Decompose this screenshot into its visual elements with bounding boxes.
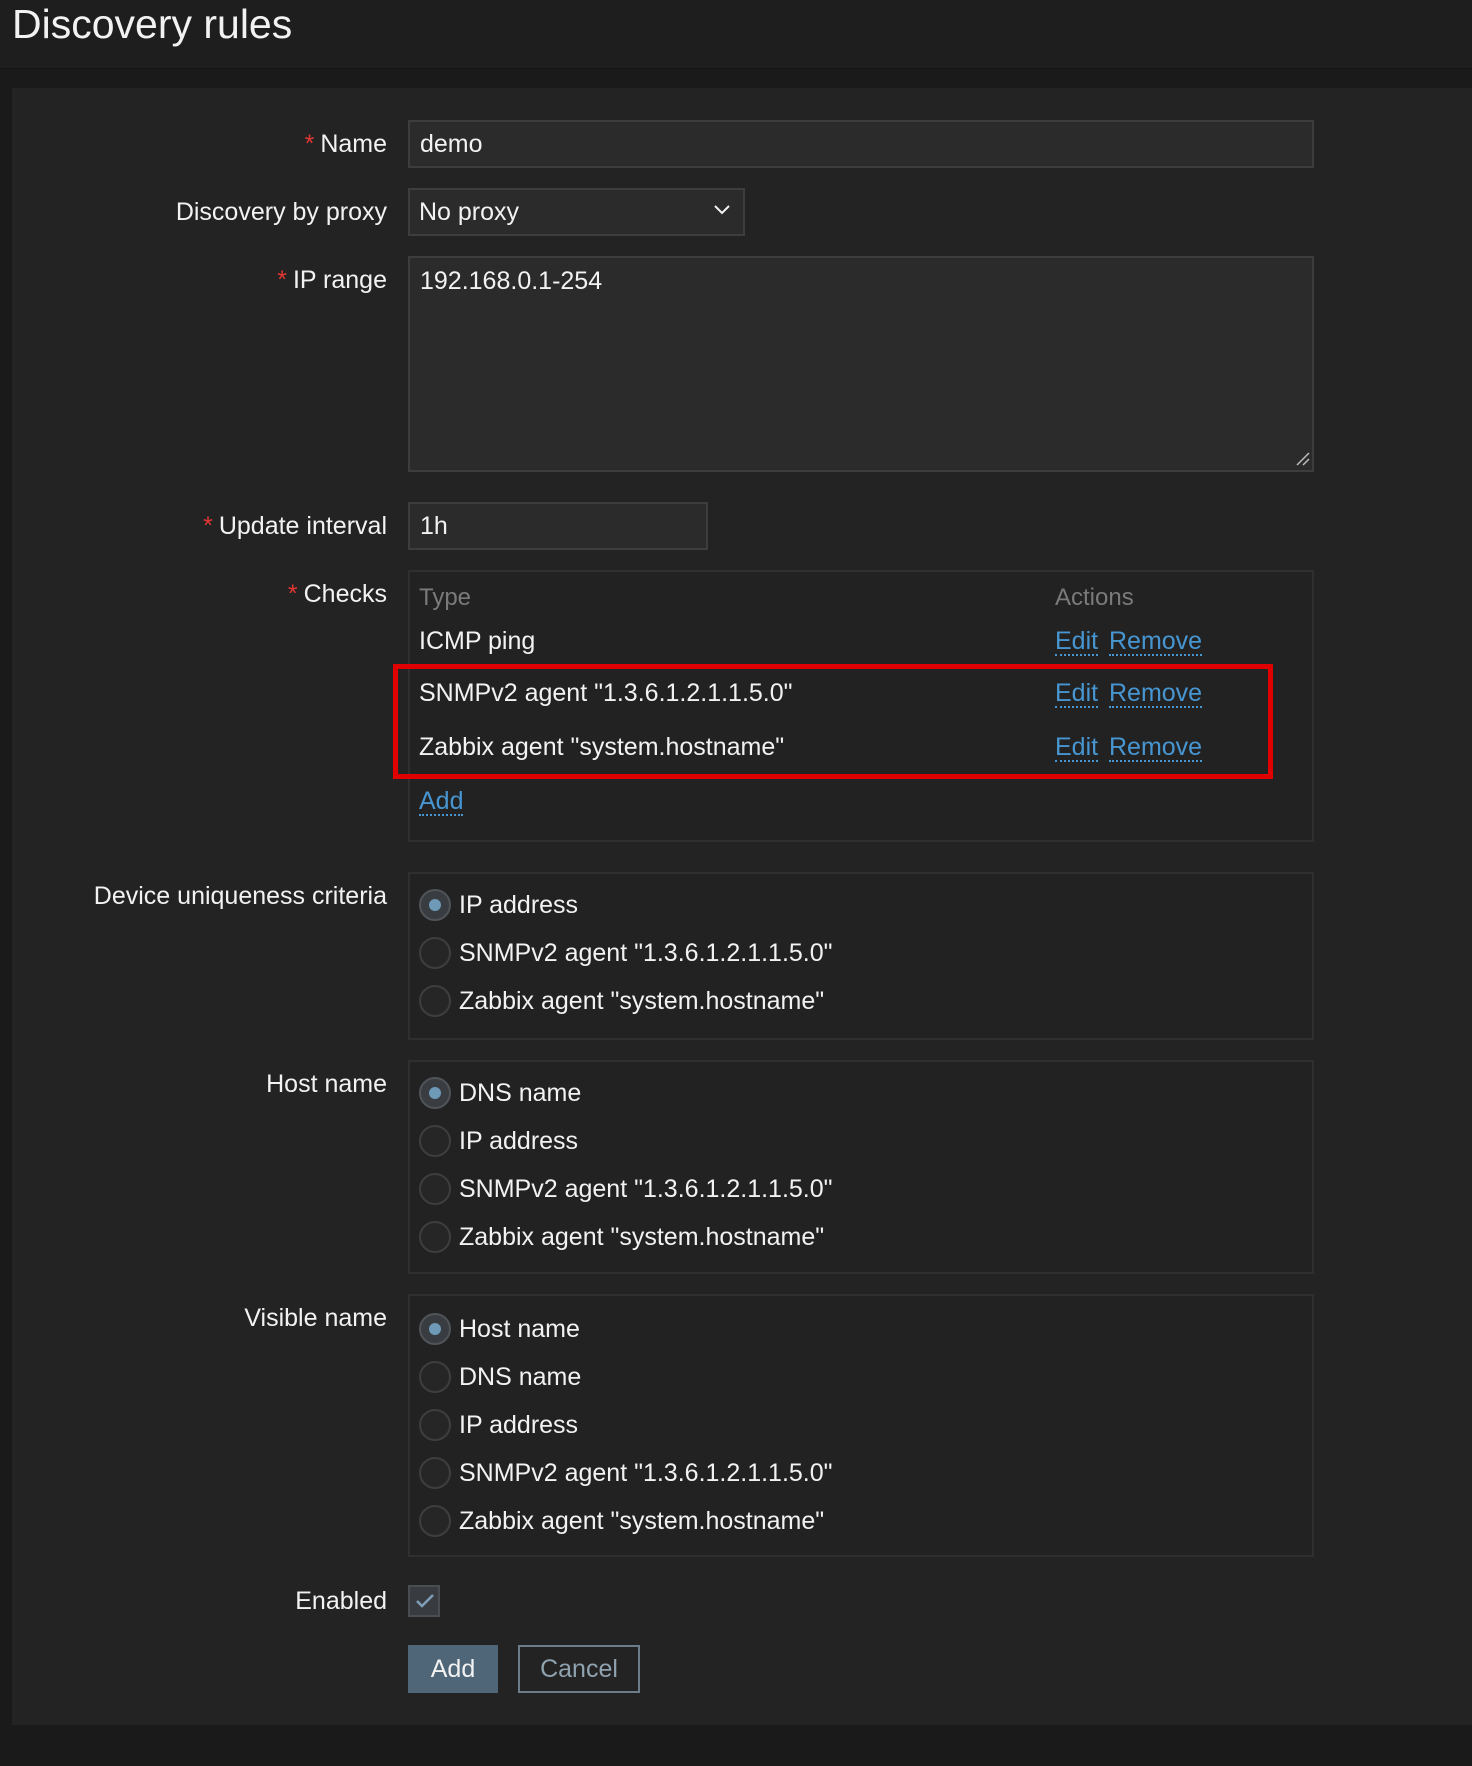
add-button[interactable]: Add xyxy=(408,1645,498,1693)
enabled-label: Enabled xyxy=(295,1587,387,1615)
check-remove-link[interactable]: Remove xyxy=(1109,628,1203,656)
uniqueness-label: Device uniqueness criteria xyxy=(93,882,387,910)
radio-button[interactable] xyxy=(419,937,451,969)
required-marker: * xyxy=(277,266,287,294)
check-row-type: ICMP ping xyxy=(419,627,536,655)
page-header: Discovery rules xyxy=(0,0,1472,69)
radio-button[interactable] xyxy=(419,985,451,1017)
proxy-select[interactable]: No proxy xyxy=(408,188,745,236)
required-marker: * xyxy=(304,130,315,158)
radio-button[interactable] xyxy=(419,1457,451,1489)
radio-button[interactable] xyxy=(419,1125,451,1157)
checks-column-actions: Actions xyxy=(1055,584,1134,611)
radio-label: Zabbix agent "system.hostname" xyxy=(459,1507,825,1535)
page-footer-band xyxy=(0,1725,1472,1766)
radio-label: DNS name xyxy=(459,1079,582,1107)
check-icon xyxy=(416,1594,434,1608)
enabled-checkbox[interactable] xyxy=(408,1585,440,1617)
host-name-label: Host name xyxy=(266,1070,387,1098)
radio-label: IP address xyxy=(459,1411,579,1439)
checks-column-type: Type xyxy=(419,584,472,611)
radio-button[interactable] xyxy=(419,889,451,921)
chevron-down-icon xyxy=(714,205,730,215)
check-edit-link[interactable]: Edit xyxy=(1055,628,1099,656)
radio-label: Host name xyxy=(459,1315,580,1343)
proxy-select-value: No proxy xyxy=(419,198,520,226)
ip-range-label: * IP range xyxy=(277,266,387,294)
page-title: Discovery rules xyxy=(12,1,293,47)
update-interval-label: * Update interval xyxy=(203,512,387,540)
radio-button[interactable] xyxy=(419,1313,451,1345)
visible-name-label: Visible name xyxy=(244,1304,387,1332)
radio-label: Zabbix agent "system.hostname" xyxy=(459,987,825,1015)
radio-button[interactable] xyxy=(419,1361,451,1393)
radio-button[interactable] xyxy=(419,1077,451,1109)
highlight-annotation xyxy=(393,664,1273,779)
radio-label: SNMPv2 agent "1.3.6.1.2.1.1.5.0" xyxy=(459,939,833,967)
radio-label: DNS name xyxy=(459,1363,582,1391)
name-label: * Name xyxy=(304,130,387,158)
required-marker: * xyxy=(287,580,298,608)
radio-button[interactable] xyxy=(419,1221,451,1253)
required-marker: * xyxy=(203,512,213,540)
radio-button[interactable] xyxy=(419,1173,451,1205)
update-interval-input[interactable] xyxy=(408,502,708,550)
radio-label: IP address xyxy=(459,891,579,919)
cancel-button[interactable]: Cancel xyxy=(518,1645,640,1693)
radio-label: SNMPv2 agent "1.3.6.1.2.1.1.5.0" xyxy=(459,1459,833,1487)
add-check-link[interactable]: Add xyxy=(419,788,464,816)
ip-range-textarea[interactable]: 192.168.0.1-254 xyxy=(408,256,1314,472)
radio-button[interactable] xyxy=(419,1409,451,1441)
radio-label: SNMPv2 agent "1.3.6.1.2.1.1.5.0" xyxy=(459,1175,833,1203)
radio-label: Zabbix agent "system.hostname" xyxy=(459,1223,825,1251)
radio-button[interactable] xyxy=(419,1505,451,1537)
proxy-label: Discovery by proxy xyxy=(175,198,387,226)
checks-label: * Checks xyxy=(287,580,387,608)
name-input[interactable] xyxy=(408,120,1314,168)
resize-grip-icon[interactable] xyxy=(1296,452,1310,466)
radio-label: IP address xyxy=(459,1127,579,1155)
